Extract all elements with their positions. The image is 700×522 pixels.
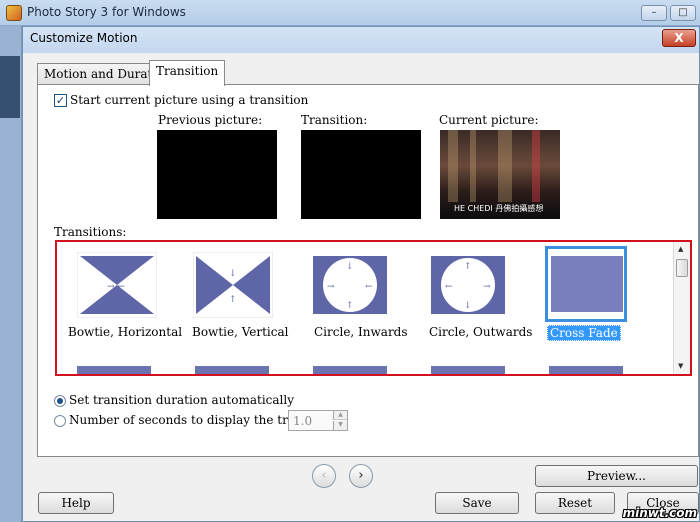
transitions-scrollbar[interactable]: ▲ ▼ bbox=[673, 242, 690, 374]
stepper-down-icon[interactable]: ▼ bbox=[333, 421, 347, 430]
auto-duration-label: Set transition duration automatically bbox=[69, 393, 295, 407]
app-title: Photo Story 3 for Windows bbox=[27, 5, 186, 19]
manual-duration-radio[interactable] bbox=[54, 415, 66, 427]
scroll-up-icon[interactable]: ▲ bbox=[678, 245, 683, 253]
save-button[interactable]: Save bbox=[435, 492, 519, 514]
transition-item-row2-1[interactable] bbox=[77, 366, 151, 374]
transition-label-circle-outwards: Circle, Outwards bbox=[429, 325, 533, 339]
app-title-bar: Photo Story 3 for Windows – □ bbox=[0, 0, 700, 26]
app-left-tab bbox=[0, 56, 20, 118]
svg-text:→: → bbox=[327, 282, 335, 292]
customize-motion-dialog: Customize Motion X Motion and Duration T… bbox=[22, 26, 700, 522]
dialog-title: Customize Motion bbox=[30, 31, 138, 45]
scroll-down-icon[interactable]: ▼ bbox=[678, 362, 683, 370]
dialog-title-bar: Customize Motion X bbox=[23, 27, 699, 53]
transition-preview bbox=[301, 130, 421, 219]
cross-fade-thumbnail bbox=[551, 252, 631, 318]
preview-button[interactable]: Preview... bbox=[535, 465, 698, 487]
auto-duration-radio[interactable] bbox=[54, 395, 66, 407]
app-icon bbox=[6, 5, 22, 21]
svg-text:↑: ↑ bbox=[464, 262, 472, 272]
svg-text:↓: ↓ bbox=[346, 262, 354, 272]
seconds-stepper[interactable]: 1.0 ▲ ▼ bbox=[288, 410, 348, 431]
forward-arrow-button[interactable]: › bbox=[349, 464, 373, 488]
scrollbar-thumb[interactable] bbox=[676, 259, 688, 277]
svg-text:→: → bbox=[483, 282, 491, 292]
bowtie-horizontal-thumbnail: → ← bbox=[77, 252, 157, 318]
dialog-close-button[interactable]: X bbox=[662, 29, 696, 47]
svg-text:↓: ↓ bbox=[229, 269, 237, 279]
stepper-up-icon[interactable]: ▲ bbox=[333, 411, 347, 420]
current-picture-caption: HE CHEDI 丹佛拍攝感想 bbox=[454, 204, 544, 213]
back-arrow-button[interactable]: ‹ bbox=[312, 464, 336, 488]
seconds-value[interactable]: 1.0 bbox=[293, 414, 312, 428]
svg-text:→ ←: → ← bbox=[107, 282, 125, 292]
help-button[interactable]: Help bbox=[38, 492, 114, 514]
watermark: minwt.com bbox=[622, 506, 697, 520]
maximize-button[interactable]: □ bbox=[670, 5, 696, 21]
current-picture-label: Current picture: bbox=[439, 113, 539, 127]
transition-item-row2-2[interactable] bbox=[195, 366, 269, 374]
transition-label-bowtie-vertical: Bowtie, Vertical bbox=[192, 325, 289, 339]
app-left-strip bbox=[0, 26, 22, 522]
circle-inwards-thumbnail: ↓ ↑ → ← bbox=[311, 252, 391, 318]
svg-text:↓: ↓ bbox=[464, 301, 472, 311]
transitions-label: Transitions: bbox=[54, 225, 127, 239]
previous-picture-preview bbox=[157, 130, 277, 219]
svg-text:←: ← bbox=[445, 282, 453, 292]
minimize-button[interactable]: – bbox=[641, 5, 667, 21]
reset-button[interactable]: Reset bbox=[535, 492, 615, 514]
tab-transition[interactable]: Transition bbox=[149, 60, 226, 86]
svg-text:↑: ↑ bbox=[229, 295, 237, 305]
bowtie-vertical-thumbnail: ↓ ↑ bbox=[193, 252, 273, 318]
start-transition-label: Start current picture using a transition bbox=[70, 93, 309, 107]
transitions-list[interactable]: → ← Bowtie, Horizontal ↓ ↑ Bowtie, Verti bbox=[55, 240, 692, 376]
previous-picture-label: Previous picture: bbox=[158, 113, 263, 127]
transition-label-bowtie-horizontal: Bowtie, Horizontal bbox=[68, 325, 183, 339]
transition-item-row2-4[interactable] bbox=[431, 366, 505, 374]
transition-tab-panel: ✓ Start current picture using a transiti… bbox=[37, 84, 699, 457]
transition-label-cross-fade: Cross Fade bbox=[547, 325, 621, 341]
circle-outwards-thumbnail: ↑ ↓ ← → bbox=[429, 252, 509, 318]
transition-item-row2-3[interactable] bbox=[313, 366, 387, 374]
svg-text:←: ← bbox=[365, 282, 373, 292]
transition-item-row2-5[interactable] bbox=[549, 366, 623, 374]
start-transition-checkbox[interactable]: ✓ bbox=[54, 94, 67, 107]
current-picture-preview: HE CHEDI 丹佛拍攝感想 bbox=[440, 130, 560, 219]
svg-text:↑: ↑ bbox=[346, 301, 354, 311]
transition-label-circle-inwards: Circle, Inwards bbox=[314, 325, 408, 339]
transition-preview-label: Transition: bbox=[301, 113, 368, 127]
